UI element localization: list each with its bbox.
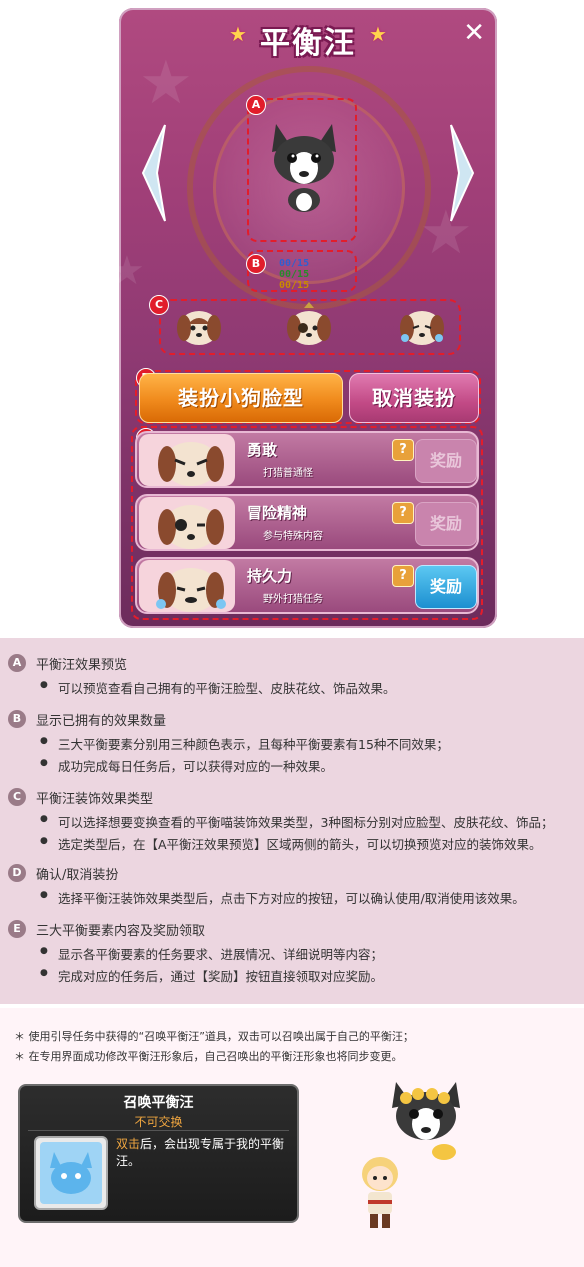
title-star-icon: ★ [369, 22, 387, 46]
face-type-icon[interactable] [174, 302, 224, 352]
instructions-panel: A 平衡汪效果预览 可以预览查看自己拥有的平衡汪脸型、皮肤花纹、饰品效果。 B … [0, 638, 584, 1004]
instruction-item: 三大平衡要素分别用三种颜色表示，且每种平衡要素有15种不同效果； [40, 734, 449, 753]
instruction-heading: 平衡汪效果预览 [36, 658, 128, 673]
reward-button[interactable]: 奖励 [415, 502, 477, 546]
element-subtitle: 打猎普通怪 [263, 468, 313, 479]
element-title: 冒险精神 [247, 504, 308, 522]
instruction-item: 可以选择想要变换查看的平衡喵装饰效果类型，3种图标分别对应脸型、皮肤花纹、饰品； [40, 812, 553, 831]
adventure-dog-avatar [139, 497, 235, 549]
instruction-heading: 确认/取消装扮 [36, 868, 119, 883]
note-line: ＊ 在专用界面成功修改平衡汪形象后，自己召唤出的平衡汪形象也将同步变更。 [14, 1050, 403, 1063]
counter-blue: 00/15 [279, 258, 310, 269]
arrow-left-icon[interactable] [141, 123, 167, 223]
element-title: 持久力 [247, 567, 293, 585]
marker-c: C [149, 295, 169, 315]
element-title: 勇敢 [247, 441, 278, 459]
item-description: 双击后，会出现专属于我的平衡汪。 [116, 1136, 292, 1170]
arrow-right-icon[interactable] [449, 123, 475, 223]
background-star-icon: ★ [119, 248, 145, 294]
item-description-rest: 后，会出现专属于我的平衡汪。 [116, 1137, 285, 1168]
instruction-badge: A [8, 654, 26, 672]
element-row-endurance: 持久力 野外打猎任务 ? 奖励 [135, 557, 479, 614]
brave-dog-avatar [139, 434, 235, 486]
help-icon[interactable]: ? [392, 502, 414, 524]
instruction-item: 可以预览查看自己拥有的平衡汪脸型、皮肤花纹、饰品效果。 [40, 678, 395, 697]
instruction-heading: 平衡汪装饰效果类型 [36, 792, 154, 807]
close-icon[interactable]: ✕ [463, 18, 485, 48]
dog-preview-image [272, 124, 336, 212]
balance-dog-window: ★ ★ ★ ★ 平衡汪 ★ ✕ A B 00/15 00/15 00/15 C [119, 8, 497, 628]
endurance-dog-avatar [139, 560, 235, 612]
instruction-heading: 三大平衡要素内容及奖励领取 [36, 924, 206, 939]
item-tradable-note: 不可交换 [134, 1115, 183, 1129]
counter-green: 00/15 [279, 269, 310, 280]
instruction-item: 选定类型后，在【A平衡汪效果预览】区域两侧的箭头，可以切换预览对应的装饰效果。 [40, 834, 542, 853]
reward-button[interactable]: 奖励 [415, 439, 477, 483]
element-subtitle: 野外打猎任务 [263, 594, 323, 605]
instruction-badge: D [8, 864, 26, 882]
element-subtitle: 参与特殊内容 [263, 531, 323, 542]
instruction-heading: 显示已拥有的效果数量 [36, 714, 167, 729]
double-click-highlight: 双击 [116, 1137, 141, 1151]
apply-face-button[interactable]: 装扮小狗脸型 [139, 373, 343, 423]
instruction-item: 显示各平衡要素的任务要求、进展情况、详细说明等内容； [40, 944, 383, 963]
element-row-brave: 勇敢 打猎普通怪 ? 奖励 [135, 431, 479, 488]
window-title: 平衡汪 [260, 26, 356, 61]
instruction-badge: C [8, 788, 26, 806]
element-row-adventure: 冒险精神 参与特殊内容 ? 奖励 [135, 494, 479, 551]
instruction-badge: E [8, 920, 26, 938]
counter-yellow: 00/15 [279, 280, 310, 291]
divider [28, 1130, 289, 1131]
item-name: 召唤平衡汪 [123, 1095, 194, 1111]
instruction-item: 完成对应的任务后，通过【奖励】按钮直接领取对应奖励。 [40, 966, 383, 985]
player-character-image [362, 1157, 398, 1228]
instruction-item: 成功完成每日任务后，可以获得对应的一种效果。 [40, 756, 333, 775]
item-tooltip: 召唤平衡汪 不可交换 双击后，会出现专属于我的平衡汪。 [18, 1084, 299, 1223]
summoned-dog-image [392, 1082, 460, 1160]
instruction-item: 选择平衡汪装饰效果类型后，点击下方对应的按钮，可以确认使用/取消使用该效果。 [40, 888, 525, 907]
note-line: ＊ 使用引导任务中获得的“召唤平衡汪”道具，双击可以召唤出属于自己的平衡汪； [14, 1030, 414, 1043]
help-icon[interactable]: ? [392, 439, 414, 461]
marker-b: B [246, 254, 266, 274]
cancel-decoration-button[interactable]: 取消装扮 [349, 373, 479, 423]
reward-button-active[interactable]: 奖励 [415, 565, 477, 609]
accessory-icon[interactable] [397, 302, 447, 352]
help-icon[interactable]: ? [392, 565, 414, 587]
skin-pattern-icon[interactable] [284, 302, 334, 352]
marker-a: A [246, 95, 266, 115]
summon-item-icon [34, 1136, 108, 1210]
instruction-badge: B [8, 710, 26, 728]
